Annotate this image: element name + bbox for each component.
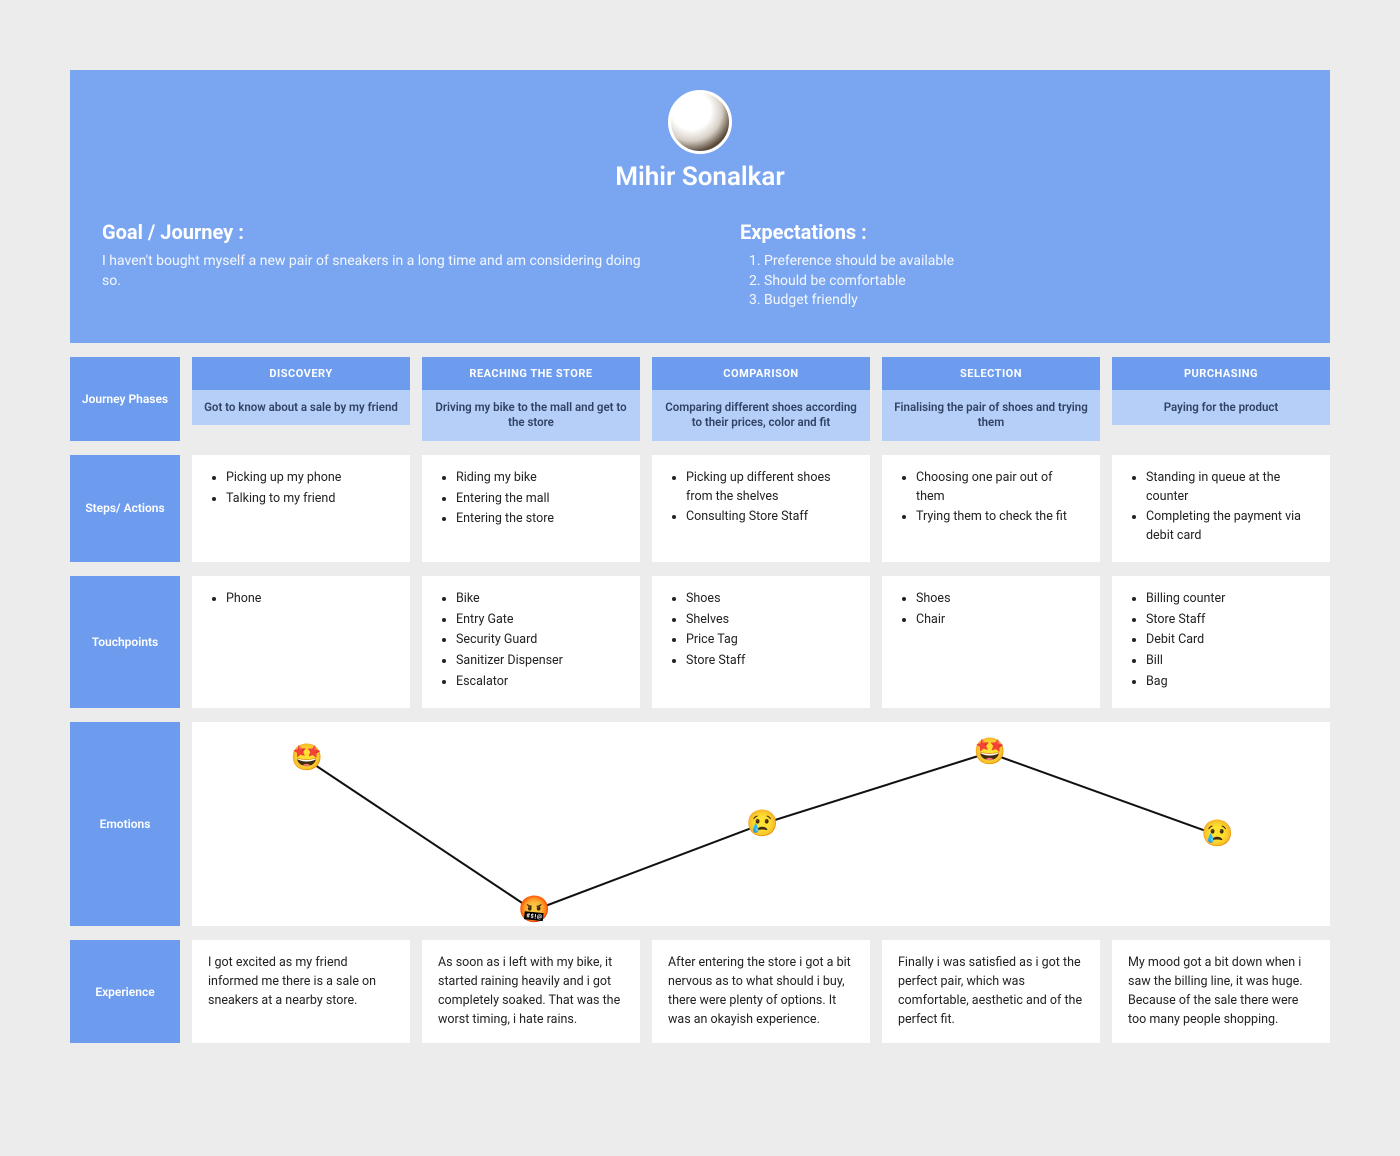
goal-heading: Goal / Journey : xyxy=(102,220,660,244)
step-item: Choosing one pair out of them xyxy=(916,469,1084,507)
phase-subtitle: Paying for the product xyxy=(1112,390,1330,426)
touchpoint-item: Bag xyxy=(1146,673,1314,692)
goal-section: Goal / Journey : I haven't bought myself… xyxy=(102,220,660,311)
touchpoint-item: Sanitizer Dispenser xyxy=(456,652,624,671)
touchpoint-item: Store Staff xyxy=(1146,611,1314,630)
avatar xyxy=(668,90,732,154)
row-emotions: Emotions 🤩 🤬 😢 🤩 😢 xyxy=(70,722,1330,927)
phase-subtitle: Finalising the pair of shoes and trying … xyxy=(882,390,1100,441)
phase-column: DISCOVERYGot to know about a sale by my … xyxy=(192,357,410,441)
touchpoint-item: Escalator xyxy=(456,673,624,692)
row-label-touchpoints: Touchpoints xyxy=(70,576,180,708)
phase-subtitle: Got to know about a sale by my friend xyxy=(192,390,410,426)
touchpoint-card: Billing counter Store StaffDebit Card Bill… xyxy=(1112,576,1330,708)
row-touchpoints: Touchpoints Phone Bike Entry GateSecurity … xyxy=(70,576,1330,708)
emotion-emoji-icon: 🤬 xyxy=(518,895,548,925)
step-card: Picking up my phone Talking to my friend xyxy=(192,455,410,562)
row-label-emotions: Emotions xyxy=(70,722,180,927)
experience-text: After entering the store i got a bit ner… xyxy=(668,954,854,1029)
phase-column: PURCHASINGPaying for the product xyxy=(1112,357,1330,441)
experience-card: I got excited as my friend informed me t… xyxy=(192,940,410,1043)
experience-text: I got excited as my friend informed me t… xyxy=(208,954,394,1010)
phase-title: PURCHASING xyxy=(1112,357,1330,390)
step-item: Talking to my friend xyxy=(226,490,394,509)
experience-card: Finally i was satisfied as i got the per… xyxy=(882,940,1100,1043)
row-steps: Steps/ Actions Picking up my phone Talkin… xyxy=(70,455,1330,562)
experience-text: My mood got a bit down when i saw the bi… xyxy=(1128,954,1314,1029)
step-item: Trying them to check the fit xyxy=(916,508,1084,527)
step-item: Riding my bike xyxy=(456,469,624,488)
step-item: Picking up different shoes from the shel… xyxy=(686,469,854,507)
persona-hero: Mihir Sonalkar Goal / Journey : I haven'… xyxy=(70,70,1330,343)
touchpoint-card: Shoes ShelvesPrice Tag Store Staff xyxy=(652,576,870,708)
step-item: Completing the payment via debit card xyxy=(1146,508,1314,546)
touchpoint-card: Shoes Chair xyxy=(882,576,1100,708)
expectation-item: Budget friendly xyxy=(764,291,1298,311)
touchpoint-item: Bill xyxy=(1146,652,1314,671)
emotion-emoji-icon: 🤩 xyxy=(974,737,1004,767)
phase-title: DISCOVERY xyxy=(192,357,410,390)
touchpoint-card: Phone xyxy=(192,576,410,708)
phase-subtitle: Driving my bike to the mall and get to t… xyxy=(422,390,640,441)
row-experience: Experience I got excited as my friend in… xyxy=(70,940,1330,1043)
phase-column: COMPARISONComparing different shoes acco… xyxy=(652,357,870,441)
row-label-phases: Journey Phases xyxy=(70,357,180,441)
row-label-experience: Experience xyxy=(70,940,180,1043)
touchpoint-item: Shelves xyxy=(686,611,854,630)
touchpoint-item: Bike xyxy=(456,590,624,609)
experience-text: Finally i was satisfied as i got the per… xyxy=(898,954,1084,1029)
persona-name: Mihir Sonalkar xyxy=(102,162,1298,192)
emotion-emoji-icon: 😢 xyxy=(1201,819,1231,849)
touchpoint-item: Price Tag xyxy=(686,631,854,650)
touchpoint-item: Shoes xyxy=(686,590,854,609)
step-card: Picking up different shoes from the shel… xyxy=(652,455,870,562)
experience-card: As soon as i left with my bike, it start… xyxy=(422,940,640,1043)
touchpoint-item: Shoes xyxy=(916,590,1084,609)
emotion-emoji-icon: 😢 xyxy=(746,809,776,839)
experience-card: My mood got a bit down when i saw the bi… xyxy=(1112,940,1330,1043)
expectations-list: Preference should be availableShould be … xyxy=(740,252,1298,311)
experience-card: After entering the store i got a bit ner… xyxy=(652,940,870,1043)
touchpoint-card: Bike Entry GateSecurity Guard Sanitizer Di… xyxy=(422,576,640,708)
touchpoint-item: Entry Gate xyxy=(456,611,624,630)
phase-column: SELECTIONFinalising the pair of shoes an… xyxy=(882,357,1100,441)
step-item: Entering the mall xyxy=(456,490,624,509)
emotions-chart: 🤩 🤬 😢 🤩 😢 xyxy=(192,722,1330,927)
expectations-heading: Expectations : xyxy=(740,220,1298,244)
emotion-emoji-icon: 🤩 xyxy=(291,743,321,773)
row-journey-phases: Journey Phases DISCOVERYGot to know abou… xyxy=(70,357,1330,441)
step-card: Choosing one pair out of themTrying them… xyxy=(882,455,1100,562)
step-card: Riding my bike Entering the mallEntering … xyxy=(422,455,640,562)
touchpoint-item: Store Staff xyxy=(686,652,854,671)
touchpoint-item: Debit Card xyxy=(1146,631,1314,650)
step-item: Picking up my phone xyxy=(226,469,394,488)
expectation-item: Should be comfortable xyxy=(764,272,1298,292)
touchpoint-item: Billing counter xyxy=(1146,590,1314,609)
touchpoint-item: Chair xyxy=(916,611,1084,630)
experience-text: As soon as i left with my bike, it start… xyxy=(438,954,624,1029)
expectation-item: Preference should be available xyxy=(764,252,1298,272)
touchpoint-item: Phone xyxy=(226,590,394,609)
goal-text: I haven't bought myself a new pair of sn… xyxy=(102,252,660,291)
phase-title: REACHING THE STORE xyxy=(422,357,640,390)
phase-title: COMPARISON xyxy=(652,357,870,390)
row-label-steps: Steps/ Actions xyxy=(70,455,180,562)
step-item: Standing in queue at the counter xyxy=(1146,469,1314,507)
phase-title: SELECTION xyxy=(882,357,1100,390)
expectations-section: Expectations : Preference should be avai… xyxy=(740,220,1298,311)
step-item: Entering the store xyxy=(456,510,624,529)
phase-subtitle: Comparing different shoes according to t… xyxy=(652,390,870,441)
step-card: Standing in queue at the counterCompleti… xyxy=(1112,455,1330,562)
touchpoint-item: Security Guard xyxy=(456,631,624,650)
step-item: Consulting Store Staff xyxy=(686,508,854,527)
phase-column: REACHING THE STOREDriving my bike to the… xyxy=(422,357,640,441)
